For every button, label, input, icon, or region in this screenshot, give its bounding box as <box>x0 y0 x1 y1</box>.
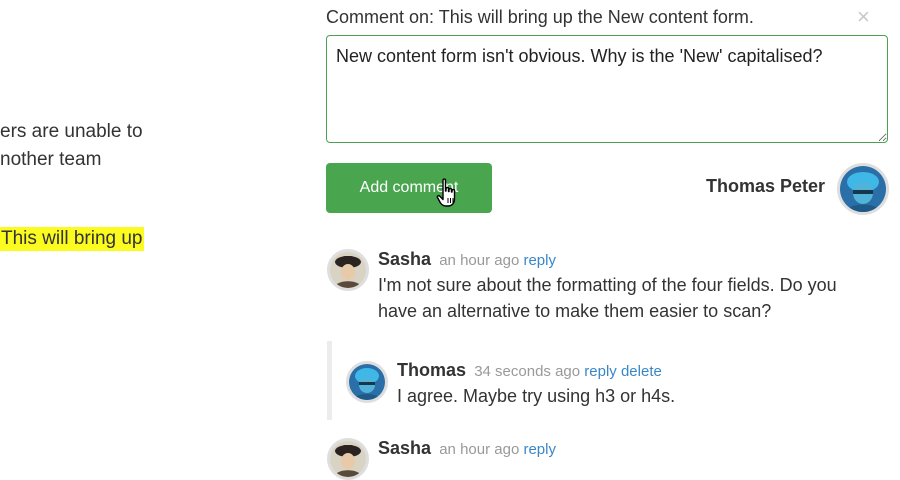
reply-link[interactable]: reply <box>584 363 617 380</box>
comment-text-line: I'm not sure about the formatting of the… <box>378 275 837 295</box>
comment-header: Sasha an hour ago reply <box>378 249 556 270</box>
comment-header: Thomas 34 seconds ago reply delete <box>397 360 662 381</box>
comment-author: Sasha <box>378 438 432 458</box>
sasha-avatar <box>327 249 369 291</box>
comment-context-label: Comment on: This will bring up the New c… <box>326 7 754 27</box>
add-comment-button[interactable]: Add comment <box>326 163 492 213</box>
comment-timestamp: an hour ago <box>439 441 520 458</box>
hand-pointer-icon <box>436 178 456 207</box>
comment-header: Sasha an hour ago reply <box>378 438 556 459</box>
thomas-avatar <box>346 361 388 403</box>
reply-thread-bar <box>327 341 332 420</box>
current-user-name: Thomas Peter <box>706 176 826 196</box>
comment-author: Thomas <box>397 360 467 380</box>
reply-link[interactable]: reply <box>523 252 556 269</box>
comment-input[interactable]: New content form isn't obvious. Why is t… <box>326 35 888 143</box>
comment-author: Sasha <box>378 249 432 269</box>
sasha-avatar <box>327 438 369 480</box>
delete-link[interactable]: delete <box>621 363 662 380</box>
highlighted-text[interactable]: This will bring up <box>0 227 144 251</box>
current-user-avatar <box>837 163 889 215</box>
document-text-line: nother team <box>0 149 102 170</box>
close-icon[interactable]: × <box>857 6 870 28</box>
comment-timestamp: 34 seconds ago <box>474 363 581 380</box>
comment-text-line: have an alternative to make them easier … <box>378 301 772 321</box>
comment-timestamp: an hour ago <box>439 252 520 269</box>
reply-link[interactable]: reply <box>523 441 556 458</box>
comment-text: I'm not sure about the formatting of the… <box>378 272 837 324</box>
comment-text: I agree. Maybe try using h3 or h4s. <box>397 386 676 406</box>
document-text-line: ers are unable to <box>0 121 143 142</box>
